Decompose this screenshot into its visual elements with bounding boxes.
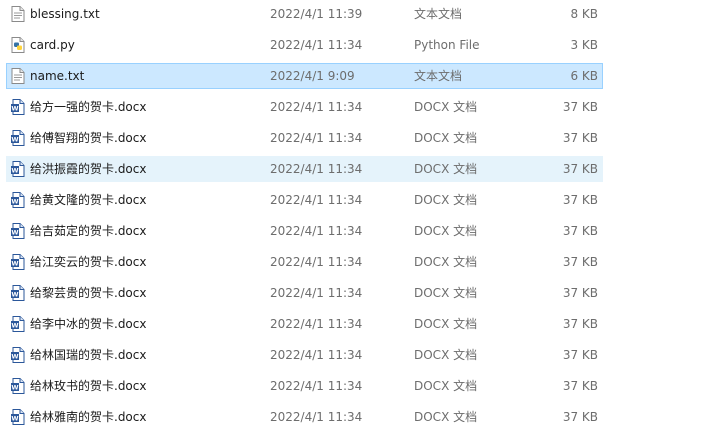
file-type: 文本文档 <box>414 7 463 21</box>
file-size: 6 KB <box>570 69 598 83</box>
word-doc-icon: W <box>11 254 25 270</box>
svg-text:W: W <box>11 384 18 392</box>
word-doc-icon: W <box>11 409 25 425</box>
word-doc-icon: W <box>11 99 25 115</box>
svg-text:W: W <box>11 291 18 299</box>
file-row[interactable]: W 给黎芸贵的贺卡.docx 2022/4/1 11:34 DOCX 文档 37 KB <box>6 280 603 306</box>
file-name: 给方一强的贺卡.docx <box>30 100 147 114</box>
file-list: blessing.txt 2022/4/1 11:39 文本文档 8 KB card.p… <box>0 0 714 431</box>
word-doc-icon: W <box>11 378 25 394</box>
file-name: 给洪振霞的贺卡.docx <box>30 162 147 176</box>
word-doc-icon: W <box>11 316 25 332</box>
file-date-modified: 2022/4/1 11:34 <box>270 38 363 52</box>
file-type: DOCX 文档 <box>414 255 478 269</box>
file-name: 给林雅南的贺卡.docx <box>30 410 147 424</box>
file-name: 给林玫书的贺卡.docx <box>30 379 147 393</box>
file-type: DOCX 文档 <box>414 348 478 362</box>
file-type: DOCX 文档 <box>414 410 478 424</box>
svg-text:W: W <box>11 105 18 113</box>
file-name: 给江奕云的贺卡.docx <box>30 255 147 269</box>
file-row[interactable]: W 给李中冰的贺卡.docx 2022/4/1 11:34 DOCX 文档 37 KB <box>6 311 603 337</box>
file-name: blessing.txt <box>30 7 100 21</box>
svg-text:W: W <box>11 353 18 361</box>
svg-text:W: W <box>11 415 18 423</box>
file-row[interactable]: W 给傅智翔的贺卡.docx 2022/4/1 11:34 DOCX 文档 37 KB <box>6 125 603 151</box>
file-row[interactable]: blessing.txt 2022/4/1 11:39 文本文档 8 KB <box>6 1 603 27</box>
file-name: 给吉茹定的贺卡.docx <box>30 224 147 238</box>
file-type: DOCX 文档 <box>414 317 478 331</box>
text-file-icon <box>11 6 25 22</box>
file-date-modified: 2022/4/1 11:34 <box>270 100 363 114</box>
file-size: 37 KB <box>562 224 598 238</box>
file-name: 给黄文隆的贺卡.docx <box>30 193 147 207</box>
file-type: Python File <box>414 38 480 52</box>
word-doc-icon: W <box>11 130 25 146</box>
file-row[interactable]: W 给林雅南的贺卡.docx 2022/4/1 11:34 DOCX 文档 37 KB <box>6 404 603 430</box>
file-type: DOCX 文档 <box>414 379 478 393</box>
file-date-modified: 2022/4/1 11:34 <box>270 379 363 393</box>
word-doc-icon: W <box>11 223 25 239</box>
file-row[interactable]: W 给方一强的贺卡.docx 2022/4/1 11:34 DOCX 文档 37 KB <box>6 94 603 120</box>
file-name: name.txt <box>30 69 85 83</box>
file-row[interactable]: W 给吉茹定的贺卡.docx 2022/4/1 11:34 DOCX 文档 37 KB <box>6 218 603 244</box>
file-date-modified: 2022/4/1 11:34 <box>270 286 363 300</box>
text-file-icon <box>11 68 25 84</box>
file-row[interactable]: name.txt 2022/4/1 9:09 文本文档 6 KB <box>6 63 603 89</box>
file-row[interactable]: W 给洪振霞的贺卡.docx 2022/4/1 11:34 DOCX 文档 37 KB <box>6 156 603 182</box>
file-date-modified: 2022/4/1 11:34 <box>270 348 363 362</box>
svg-text:W: W <box>11 260 18 268</box>
file-row[interactable]: W 给林国瑞的贺卡.docx 2022/4/1 11:34 DOCX 文档 37 KB <box>6 342 603 368</box>
file-type: DOCX 文档 <box>414 286 478 300</box>
file-date-modified: 2022/4/1 11:34 <box>270 224 363 238</box>
file-date-modified: 2022/4/1 9:09 <box>270 69 355 83</box>
file-size: 8 KB <box>570 7 598 21</box>
file-name: 给黎芸贵的贺卡.docx <box>30 286 147 300</box>
file-name: 给傅智翔的贺卡.docx <box>30 131 147 145</box>
file-name: 给林国瑞的贺卡.docx <box>30 348 147 362</box>
file-row[interactable]: card.py 2022/4/1 11:34 Python File 3 KB <box>6 32 603 58</box>
word-doc-icon: W <box>11 285 25 301</box>
file-size: 37 KB <box>562 379 598 393</box>
file-row[interactable]: W 给林玫书的贺卡.docx 2022/4/1 11:34 DOCX 文档 37 KB <box>6 373 603 399</box>
word-doc-icon: W <box>11 192 25 208</box>
file-size: 37 KB <box>562 255 598 269</box>
file-size: 3 KB <box>570 38 598 52</box>
file-date-modified: 2022/4/1 11:34 <box>270 410 363 424</box>
file-size: 37 KB <box>562 286 598 300</box>
file-type: DOCX 文档 <box>414 100 478 114</box>
file-date-modified: 2022/4/1 11:39 <box>270 7 363 21</box>
file-size: 37 KB <box>562 131 598 145</box>
file-type: DOCX 文档 <box>414 193 478 207</box>
word-doc-icon: W <box>11 161 25 177</box>
file-type: DOCX 文档 <box>414 162 478 176</box>
file-name: 给李中冰的贺卡.docx <box>30 317 147 331</box>
file-size: 37 KB <box>562 193 598 207</box>
file-type: DOCX 文档 <box>414 224 478 238</box>
file-size: 37 KB <box>562 100 598 114</box>
svg-text:W: W <box>11 167 18 175</box>
svg-text:W: W <box>11 136 18 144</box>
file-type: DOCX 文档 <box>414 131 478 145</box>
svg-text:W: W <box>11 198 18 206</box>
file-size: 37 KB <box>562 317 598 331</box>
file-date-modified: 2022/4/1 11:34 <box>270 255 363 269</box>
file-date-modified: 2022/4/1 11:34 <box>270 317 363 331</box>
file-row[interactable]: W 给黄文隆的贺卡.docx 2022/4/1 11:34 DOCX 文档 37 KB <box>6 187 603 213</box>
word-doc-icon: W <box>11 347 25 363</box>
svg-text:W: W <box>11 322 18 330</box>
file-name: card.py <box>30 38 75 52</box>
file-type: 文本文档 <box>414 69 463 83</box>
file-date-modified: 2022/4/1 11:34 <box>270 193 363 207</box>
python-file-icon <box>11 37 25 53</box>
file-date-modified: 2022/4/1 11:34 <box>270 162 363 176</box>
svg-text:W: W <box>11 229 18 237</box>
file-size: 37 KB <box>562 348 598 362</box>
file-date-modified: 2022/4/1 11:34 <box>270 131 363 145</box>
file-size: 37 KB <box>562 410 598 424</box>
file-row[interactable]: W 给江奕云的贺卡.docx 2022/4/1 11:34 DOCX 文档 37 KB <box>6 249 603 275</box>
file-size: 37 KB <box>562 162 598 176</box>
